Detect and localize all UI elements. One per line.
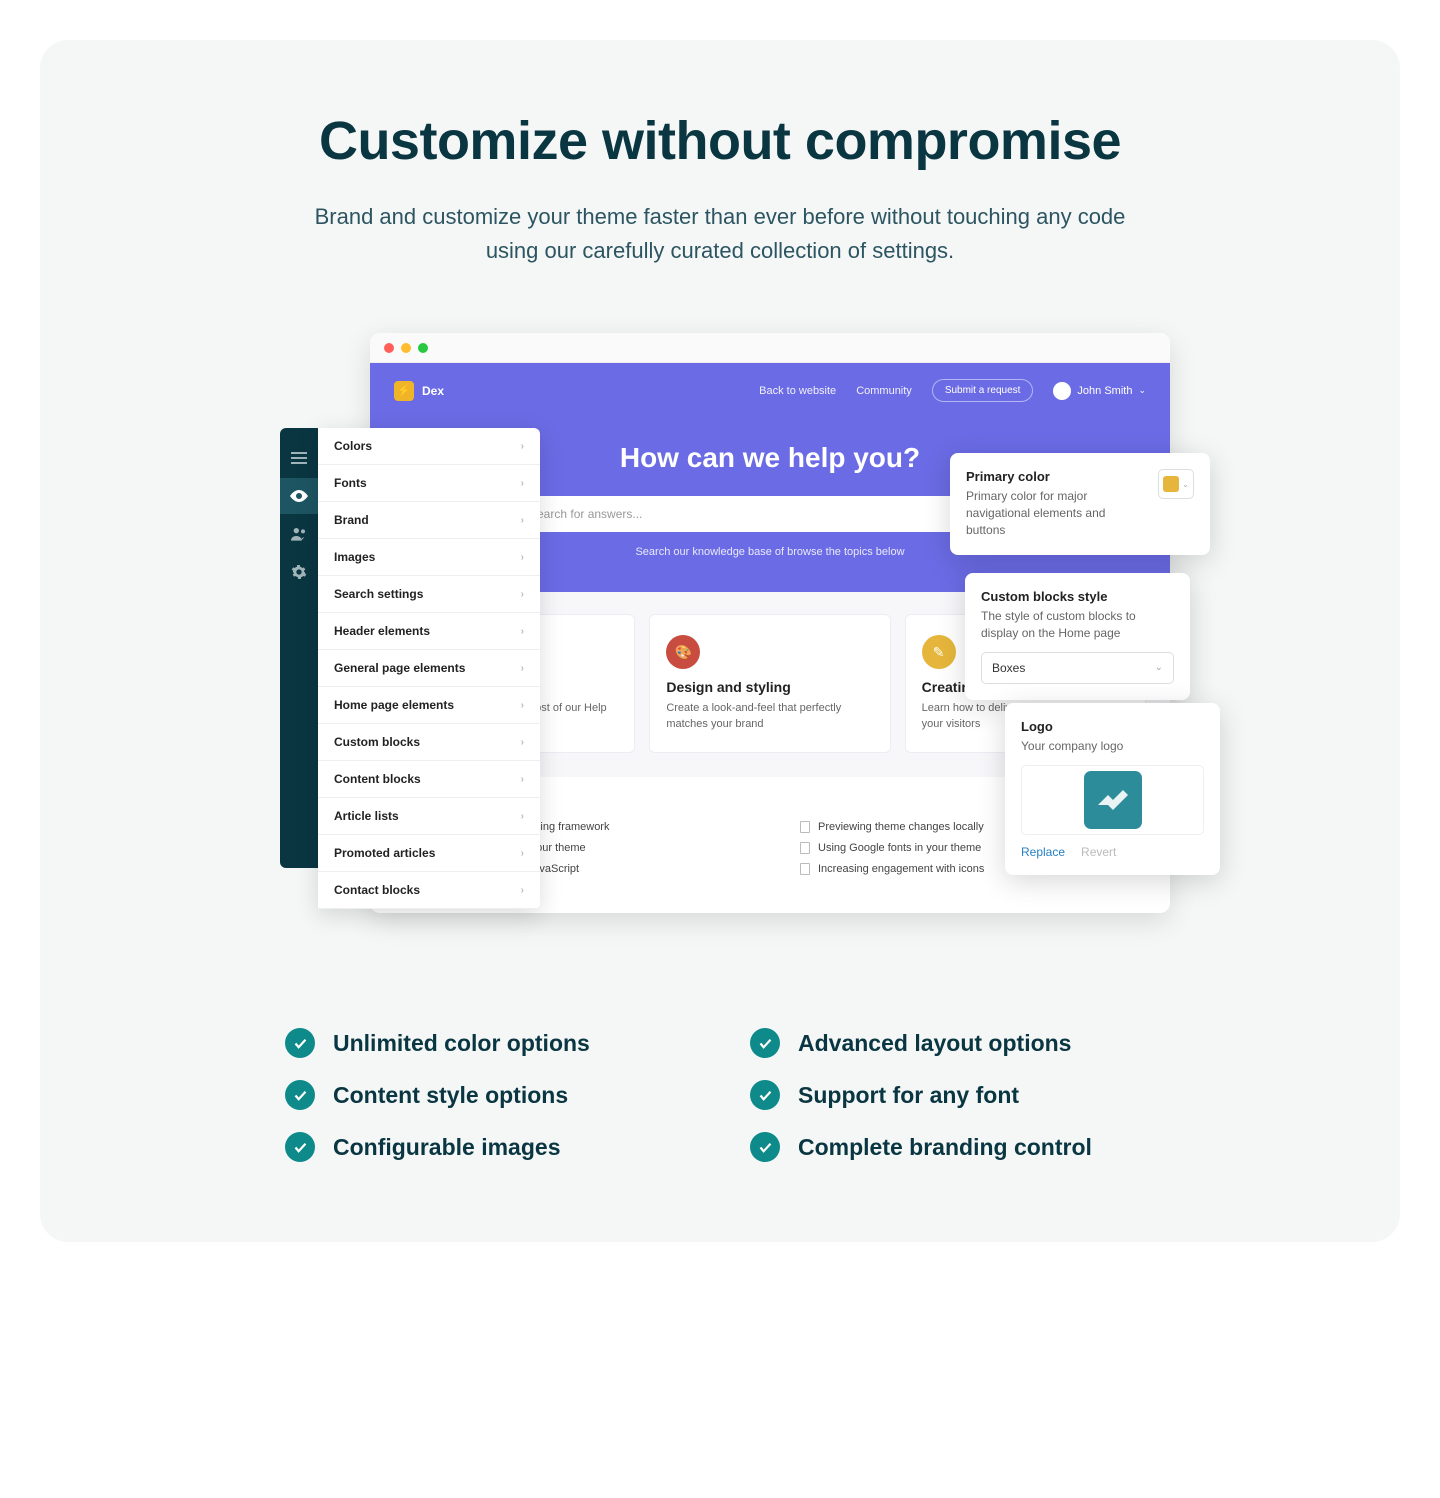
- settings-item-colors[interactable]: Colors›: [318, 428, 540, 465]
- primary-color-desc: Primary color for major navigational ele…: [966, 488, 1146, 538]
- logo-popover: Logo Your company logo Replace Revert: [1005, 703, 1220, 875]
- chevron-right-icon: ›: [521, 478, 524, 489]
- custom-blocks-popover: Custom blocks style The style of custom …: [965, 573, 1190, 700]
- feature-label: Complete branding control: [798, 1134, 1092, 1161]
- primary-color-title: Primary color: [966, 469, 1146, 484]
- chevron-right-icon: ›: [521, 626, 524, 637]
- avatar-icon: [1053, 382, 1071, 400]
- settings-panel: Colors› Fonts› Brand› Images› Search set…: [318, 428, 540, 909]
- select-value: Boxes: [992, 661, 1025, 675]
- settings-item-contact-blocks[interactable]: Contact blocks›: [318, 872, 540, 909]
- page-subhead: Brand and customize your theme faster th…: [290, 200, 1150, 268]
- chevron-right-icon: ›: [521, 885, 524, 896]
- card-title: Design and styling: [666, 679, 873, 695]
- browser-chrome: [370, 333, 1170, 363]
- feature-item: Complete branding control: [750, 1132, 1155, 1162]
- chevron-right-icon: ›: [521, 737, 524, 748]
- custom-blocks-desc: The style of custom blocks to display on…: [981, 608, 1174, 642]
- chevron-right-icon: ›: [521, 552, 524, 563]
- traffic-light-zoom-icon: [418, 343, 428, 353]
- traffic-light-minimize-icon: [401, 343, 411, 353]
- submit-request-button[interactable]: Submit a request: [932, 379, 1034, 402]
- settings-item-general-page[interactable]: General page elements›: [318, 650, 540, 687]
- custom-blocks-title: Custom blocks style: [981, 589, 1174, 604]
- rail-gear-icon[interactable]: [280, 554, 318, 590]
- settings-item-custom-blocks[interactable]: Custom blocks›: [318, 724, 540, 761]
- check-circle-icon: [285, 1028, 315, 1058]
- logo-revert-button[interactable]: Revert: [1081, 845, 1116, 859]
- card-desc: Create a look-and-feel that perfectly ma…: [666, 701, 873, 732]
- chevron-right-icon: ›: [521, 441, 524, 452]
- brand-name: Dex: [422, 384, 444, 398]
- chevron-down-icon: ⌄: [1182, 480, 1189, 489]
- color-swatch-button[interactable]: ⌄: [1158, 469, 1194, 499]
- chevron-right-icon: ›: [521, 663, 524, 674]
- logo-preview: [1021, 765, 1204, 835]
- feature-label: Content style options: [333, 1082, 568, 1109]
- chevron-right-icon: ›: [521, 848, 524, 859]
- card-design-styling[interactable]: 🎨 Design and styling Create a look-and-f…: [649, 614, 890, 753]
- feature-label: Support for any font: [798, 1082, 1019, 1109]
- document-icon: [800, 821, 810, 833]
- feature-checklist: Unlimited color options Advanced layout …: [285, 1028, 1155, 1162]
- chevron-down-icon: ⌄: [1155, 662, 1163, 673]
- document-icon: [800, 842, 810, 854]
- rail-menu-icon[interactable]: [280, 440, 318, 476]
- brand-logo-icon: ⚡: [394, 381, 414, 401]
- primary-color-popover: Primary color Primary color for major na…: [950, 453, 1210, 554]
- traffic-light-close-icon: [384, 343, 394, 353]
- logo-image-icon: [1084, 771, 1142, 829]
- chevron-right-icon: ›: [521, 774, 524, 785]
- page-headline: Customize without compromise: [100, 110, 1340, 172]
- check-circle-icon: [750, 1132, 780, 1162]
- custom-blocks-select[interactable]: Boxes ⌄: [981, 652, 1174, 684]
- settings-item-content-blocks[interactable]: Content blocks›: [318, 761, 540, 798]
- feature-item: Content style options: [285, 1080, 690, 1110]
- chevron-right-icon: ›: [521, 515, 524, 526]
- brand[interactable]: ⚡ Dex: [394, 381, 444, 401]
- chevron-right-icon: ›: [521, 700, 524, 711]
- check-circle-icon: [750, 1028, 780, 1058]
- check-circle-icon: [285, 1132, 315, 1162]
- editor-rail: [280, 428, 318, 868]
- nav-back-to-website[interactable]: Back to website: [759, 385, 836, 397]
- settings-item-fonts[interactable]: Fonts›: [318, 465, 540, 502]
- feature-item: Configurable images: [285, 1132, 690, 1162]
- user-menu[interactable]: John Smith ⌄: [1053, 382, 1146, 400]
- user-name: John Smith: [1077, 385, 1132, 397]
- nav-community[interactable]: Community: [856, 385, 912, 397]
- settings-item-promoted-articles[interactable]: Promoted articles›: [318, 835, 540, 872]
- settings-item-article-lists[interactable]: Article lists›: [318, 798, 540, 835]
- feature-label: Unlimited color options: [333, 1030, 590, 1057]
- settings-item-brand[interactable]: Brand›: [318, 502, 540, 539]
- settings-item-search[interactable]: Search settings›: [318, 576, 540, 613]
- logo-replace-button[interactable]: Replace: [1021, 845, 1065, 859]
- logo-desc: Your company logo: [1021, 738, 1204, 755]
- swatch-color-icon: [1163, 476, 1179, 492]
- logo-title: Logo: [1021, 719, 1204, 734]
- check-circle-icon: [285, 1080, 315, 1110]
- search-placeholder: Search for answers...: [529, 507, 642, 521]
- rail-eye-icon[interactable]: [280, 478, 318, 514]
- settings-item-images[interactable]: Images›: [318, 539, 540, 576]
- feature-item: Unlimited color options: [285, 1028, 690, 1058]
- check-circle-icon: [750, 1080, 780, 1110]
- chevron-right-icon: ›: [521, 811, 524, 822]
- settings-item-header[interactable]: Header elements›: [318, 613, 540, 650]
- feature-item: Advanced layout options: [750, 1028, 1155, 1058]
- settings-item-home-page[interactable]: Home page elements›: [318, 687, 540, 724]
- document-icon: [800, 863, 810, 875]
- chevron-down-icon: ⌄: [1138, 385, 1146, 396]
- edit-icon: ✎: [922, 635, 956, 669]
- feature-label: Configurable images: [333, 1134, 560, 1161]
- palette-icon: 🎨: [666, 635, 700, 669]
- chevron-right-icon: ›: [521, 589, 524, 600]
- rail-users-icon[interactable]: [280, 516, 318, 552]
- feature-item: Support for any font: [750, 1080, 1155, 1110]
- feature-label: Advanced layout options: [798, 1030, 1071, 1057]
